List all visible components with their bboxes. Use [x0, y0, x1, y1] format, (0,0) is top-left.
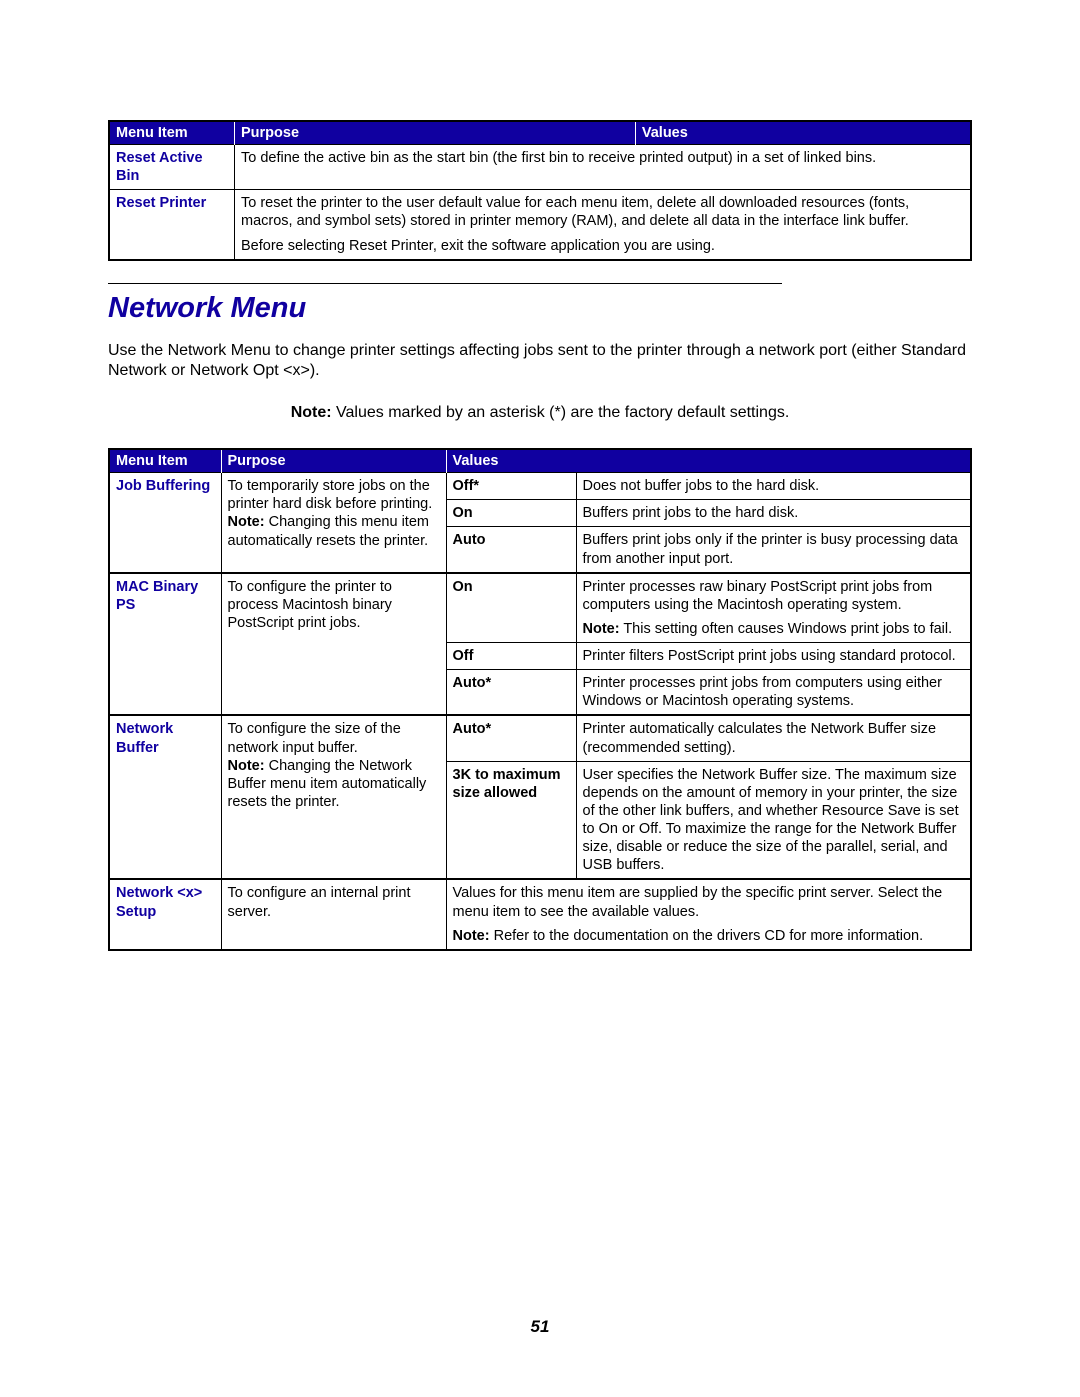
network-menu-table: Menu Item Purpose Values Job Buffering T…	[108, 448, 972, 951]
purpose-text: To temporarily store jobs on the printer…	[221, 473, 446, 573]
col-menu-item: Menu Item	[109, 121, 235, 145]
table-row: Job Buffering To temporarily store jobs …	[109, 473, 971, 500]
value-label: On	[446, 573, 576, 643]
purpose-text: To configure an internal print server.	[221, 879, 446, 949]
purpose-p1: To reset the printer to the user default…	[241, 194, 964, 230]
values-note: Note: Refer to the documentation on the …	[453, 927, 965, 945]
value-desc: Printer processes raw binary PostScript …	[576, 573, 971, 643]
menu-item-job-buffering: Job Buffering	[109, 473, 221, 573]
note-label: Note:	[291, 404, 332, 421]
menu-item-mac-binary: MAC Binary PS	[109, 573, 221, 716]
section-title: Network Menu	[108, 292, 972, 325]
factory-note: Note: Values marked by an asterisk (*) a…	[108, 404, 972, 422]
table-row: MAC Binary PS To configure the printer t…	[109, 573, 971, 643]
value-desc: Does not buffer jobs to the hard disk.	[576, 473, 971, 500]
value-label: Auto*	[446, 715, 576, 761]
value-desc-note: Note: This setting often causes Windows …	[583, 620, 965, 638]
purpose-text: To configure the printer to process Maci…	[221, 573, 446, 716]
purpose-p2: Before selecting Reset Printer, exit the…	[241, 237, 964, 255]
purpose-p1: To configure the size of the network inp…	[228, 721, 401, 755]
intro-text: Use the Network Menu to change printer s…	[108, 341, 972, 383]
table-row: Reset Active Bin To define the active bi…	[109, 145, 971, 190]
values-p1: Values for this menu item are supplied b…	[453, 884, 965, 920]
note-text: Values marked by an asterisk (*) are the…	[332, 404, 790, 421]
value-label: On	[446, 500, 576, 527]
page: Menu Item Purpose Values Reset Active Bi…	[0, 0, 1080, 1397]
menu-item-reset-printer: Reset Printer	[109, 190, 235, 260]
value-label: Auto*	[446, 670, 576, 716]
menu-item-network-setup: Network <x> Setup	[109, 879, 221, 949]
value-label: Off*	[446, 473, 576, 500]
value-desc: Printer filters PostScript print jobs us…	[576, 643, 971, 670]
col-purpose: Purpose	[235, 121, 636, 145]
value-label: Off	[446, 643, 576, 670]
note-label: Note:	[228, 758, 265, 774]
col-values: Values	[635, 121, 971, 145]
table-row: Reset Printer To reset the printer to th…	[109, 190, 971, 260]
value-desc-p1: Printer processes raw binary PostScript …	[583, 578, 965, 614]
col-values: Values	[446, 449, 971, 473]
purpose-p1: To temporarily store jobs on the printer…	[228, 478, 433, 512]
page-number: 51	[0, 1317, 1080, 1337]
value-desc: Buffers print jobs to the hard disk.	[576, 500, 971, 527]
purpose-text: To reset the printer to the user default…	[235, 190, 972, 260]
value-desc: Printer automatically calculates the Net…	[576, 715, 971, 761]
value-desc: Buffers print jobs only if the printer i…	[576, 527, 971, 573]
menu-item-reset-active-bin: Reset Active Bin	[109, 145, 235, 190]
value-label: Auto	[446, 527, 576, 573]
value-label: 3K to maximum size allowed	[446, 761, 576, 879]
table-row: Network <x> Setup To configure an intern…	[109, 879, 971, 949]
value-desc: User specifies the Network Buffer size. …	[576, 761, 971, 879]
col-purpose: Purpose	[221, 449, 446, 473]
note-label: Note:	[228, 514, 265, 530]
value-desc: Printer processes print jobs from comput…	[576, 670, 971, 716]
col-menu-item: Menu Item	[109, 449, 221, 473]
value-desc: Values for this menu item are supplied b…	[446, 879, 971, 949]
table-row: Network Buffer To configure the size of …	[109, 715, 971, 761]
section-divider	[108, 283, 782, 284]
reset-table: Menu Item Purpose Values Reset Active Bi…	[108, 120, 972, 261]
purpose-text: To define the active bin as the start bi…	[235, 145, 972, 190]
menu-item-network-buffer: Network Buffer	[109, 715, 221, 879]
purpose-text: To configure the size of the network inp…	[221, 715, 446, 879]
